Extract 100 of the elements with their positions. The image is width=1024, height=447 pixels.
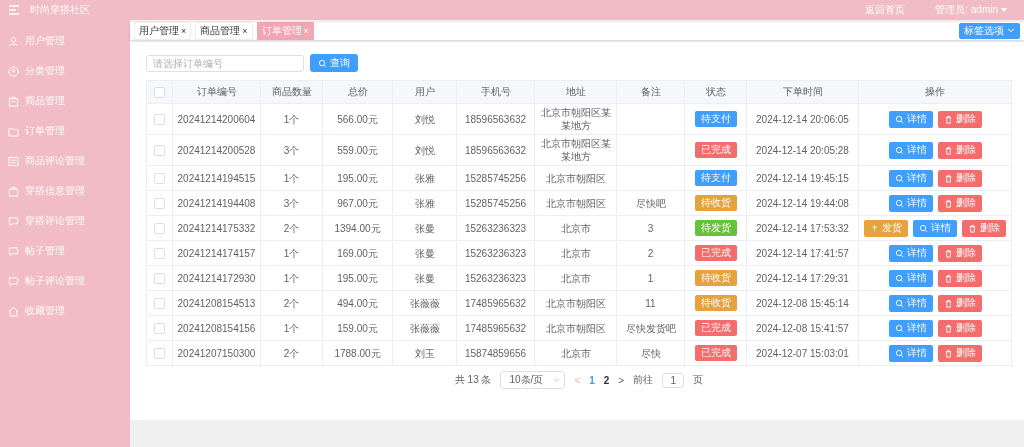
table-cell: 刘玉 <box>392 340 457 366</box>
checkbox[interactable] <box>154 323 165 335</box>
checkbox[interactable] <box>154 114 165 126</box>
checkbox[interactable] <box>154 145 165 157</box>
tab[interactable]: 订单管理 × <box>256 22 314 40</box>
table-cell: 15874859656 <box>456 340 535 366</box>
search-field[interactable]: 请选择订单编号 <box>146 54 304 72</box>
table-cell: 刘悦 <box>392 134 457 166</box>
table-cell: 15263236323 <box>456 265 535 291</box>
table-cell: 张曼 <box>392 215 457 241</box>
table-cell: 1394.00元 <box>322 215 393 241</box>
checkbox[interactable] <box>154 86 165 98</box>
table-cell: 2024-12-14 19:45:15 <box>746 165 859 191</box>
prev-page-button[interactable]: < <box>574 374 581 386</box>
checkbox[interactable] <box>154 273 165 285</box>
table-cell: 2024-12-07 15:03:01 <box>746 340 859 366</box>
tab[interactable]: 商品管理 × <box>195 22 253 40</box>
tab[interactable]: 用户管理 × <box>134 22 192 40</box>
delete-button[interactable]: 删除 <box>937 194 982 212</box>
trash-icon <box>943 248 953 258</box>
zoom-icon <box>894 173 904 183</box>
table-cell: 2024-12-14 20:05:28 <box>746 134 859 166</box>
sidebar-item[interactable]: 帖子管理 <box>0 236 130 266</box>
table-cell: 20241214175332 <box>172 215 261 241</box>
close-icon[interactable]: × <box>181 26 187 36</box>
page-number[interactable]: 1 <box>589 374 595 386</box>
sidebar-item[interactable]: 收藏管理 <box>0 296 130 326</box>
column-header: 状态 <box>684 80 747 104</box>
zoom-icon <box>894 298 904 308</box>
detail-button[interactable]: 详情 <box>888 110 933 128</box>
detail-button[interactable]: 详情 <box>888 294 933 312</box>
status-tag: 待收货 <box>694 295 737 311</box>
page-number[interactable]: 2 <box>603 374 610 386</box>
table-cell: 20241214174157 <box>172 240 261 266</box>
table-cell: 2个 <box>260 340 323 366</box>
user-menu[interactable]: 管理员: admin <box>935 3 1008 17</box>
delete-button[interactable]: 删除 <box>937 244 982 262</box>
table-cell: 17485965632 <box>456 290 535 316</box>
next-page-button[interactable]: > <box>618 374 625 386</box>
table-cell: 17485965632 <box>456 315 535 341</box>
table-cell: 刘悦 <box>392 103 457 135</box>
table-cell: 3 <box>616 215 685 241</box>
goto-label: 前往 <box>633 373 654 387</box>
sidebar-item[interactable]: 帖子评论管理 <box>0 266 130 296</box>
table-cell: 1个 <box>260 240 323 266</box>
home-link[interactable]: 返回首页 <box>865 3 906 17</box>
table-cell: 20241208154513 <box>172 290 261 316</box>
delete-button[interactable]: 删除 <box>937 269 982 287</box>
column-header: 商品数量 <box>260 80 323 104</box>
ship-button[interactable]: 发货 <box>864 219 908 237</box>
table-cell: 15285745256 <box>456 190 535 216</box>
zoom-icon <box>894 114 904 124</box>
delete-button[interactable]: 删除 <box>937 344 982 362</box>
home-icon <box>8 305 19 317</box>
column-header: 订单编号 <box>172 80 261 104</box>
detail-button[interactable]: 详情 <box>888 344 933 362</box>
delete-button[interactable]: 删除 <box>937 319 982 337</box>
sidebar-item[interactable]: 用户管理 <box>0 26 130 56</box>
checkbox[interactable] <box>154 198 165 210</box>
close-icon[interactable]: × <box>242 26 248 36</box>
detail-button[interactable]: 详情 <box>888 269 933 287</box>
status-tag: 已完成 <box>694 320 737 336</box>
page-input[interactable]: 1 <box>662 372 685 388</box>
table-cell: 北京市朝阳区 <box>534 315 617 341</box>
chevron-icon <box>553 377 561 383</box>
detail-button[interactable]: 详情 <box>888 319 933 337</box>
folder-icon <box>8 125 19 137</box>
detail-button[interactable]: 详情 <box>913 219 957 237</box>
table-cell: 北京市 <box>534 340 617 366</box>
table-cell: 1个 <box>260 103 323 135</box>
delete-button[interactable]: 删除 <box>937 169 982 187</box>
checkbox[interactable] <box>154 298 165 310</box>
table-cell: 195.00元 <box>322 165 393 191</box>
checkbox[interactable] <box>154 348 165 360</box>
delete-button[interactable]: 删除 <box>937 141 982 159</box>
checkbox[interactable] <box>154 248 165 260</box>
table-cell: 20241214200528 <box>172 134 261 166</box>
detail-button[interactable]: 详情 <box>888 194 933 212</box>
checkbox[interactable] <box>154 173 165 185</box>
table-cell: 18596563632 <box>456 134 535 166</box>
delete-button[interactable]: 删除 <box>937 110 982 128</box>
checkbox[interactable] <box>154 223 165 235</box>
table-cell: 2024-12-14 17:29:31 <box>746 265 859 291</box>
delete-button[interactable]: 删除 <box>962 219 1006 237</box>
close-icon[interactable]: × <box>303 26 309 36</box>
search-icon <box>318 58 327 68</box>
person-icon <box>8 35 19 47</box>
search-button[interactable]: 查询 <box>310 54 358 72</box>
status-tag: 待支付 <box>694 111 737 127</box>
delete-button[interactable]: 删除 <box>937 294 982 312</box>
page-size-select[interactable]: 10条/页 <box>500 371 566 389</box>
list-icon <box>8 155 19 167</box>
detail-button[interactable]: 详情 <box>888 169 933 187</box>
menu-icon[interactable] <box>8 5 20 15</box>
table-cell: 北京市 <box>534 215 617 241</box>
table-cell: 北京市朝阳区 <box>534 190 617 216</box>
detail-button[interactable]: 详情 <box>888 141 933 159</box>
status-tag: 已完成 <box>694 245 737 261</box>
detail-button[interactable]: 详情 <box>888 244 933 262</box>
tab-options-button[interactable]: 标签选项 <box>959 23 1020 39</box>
